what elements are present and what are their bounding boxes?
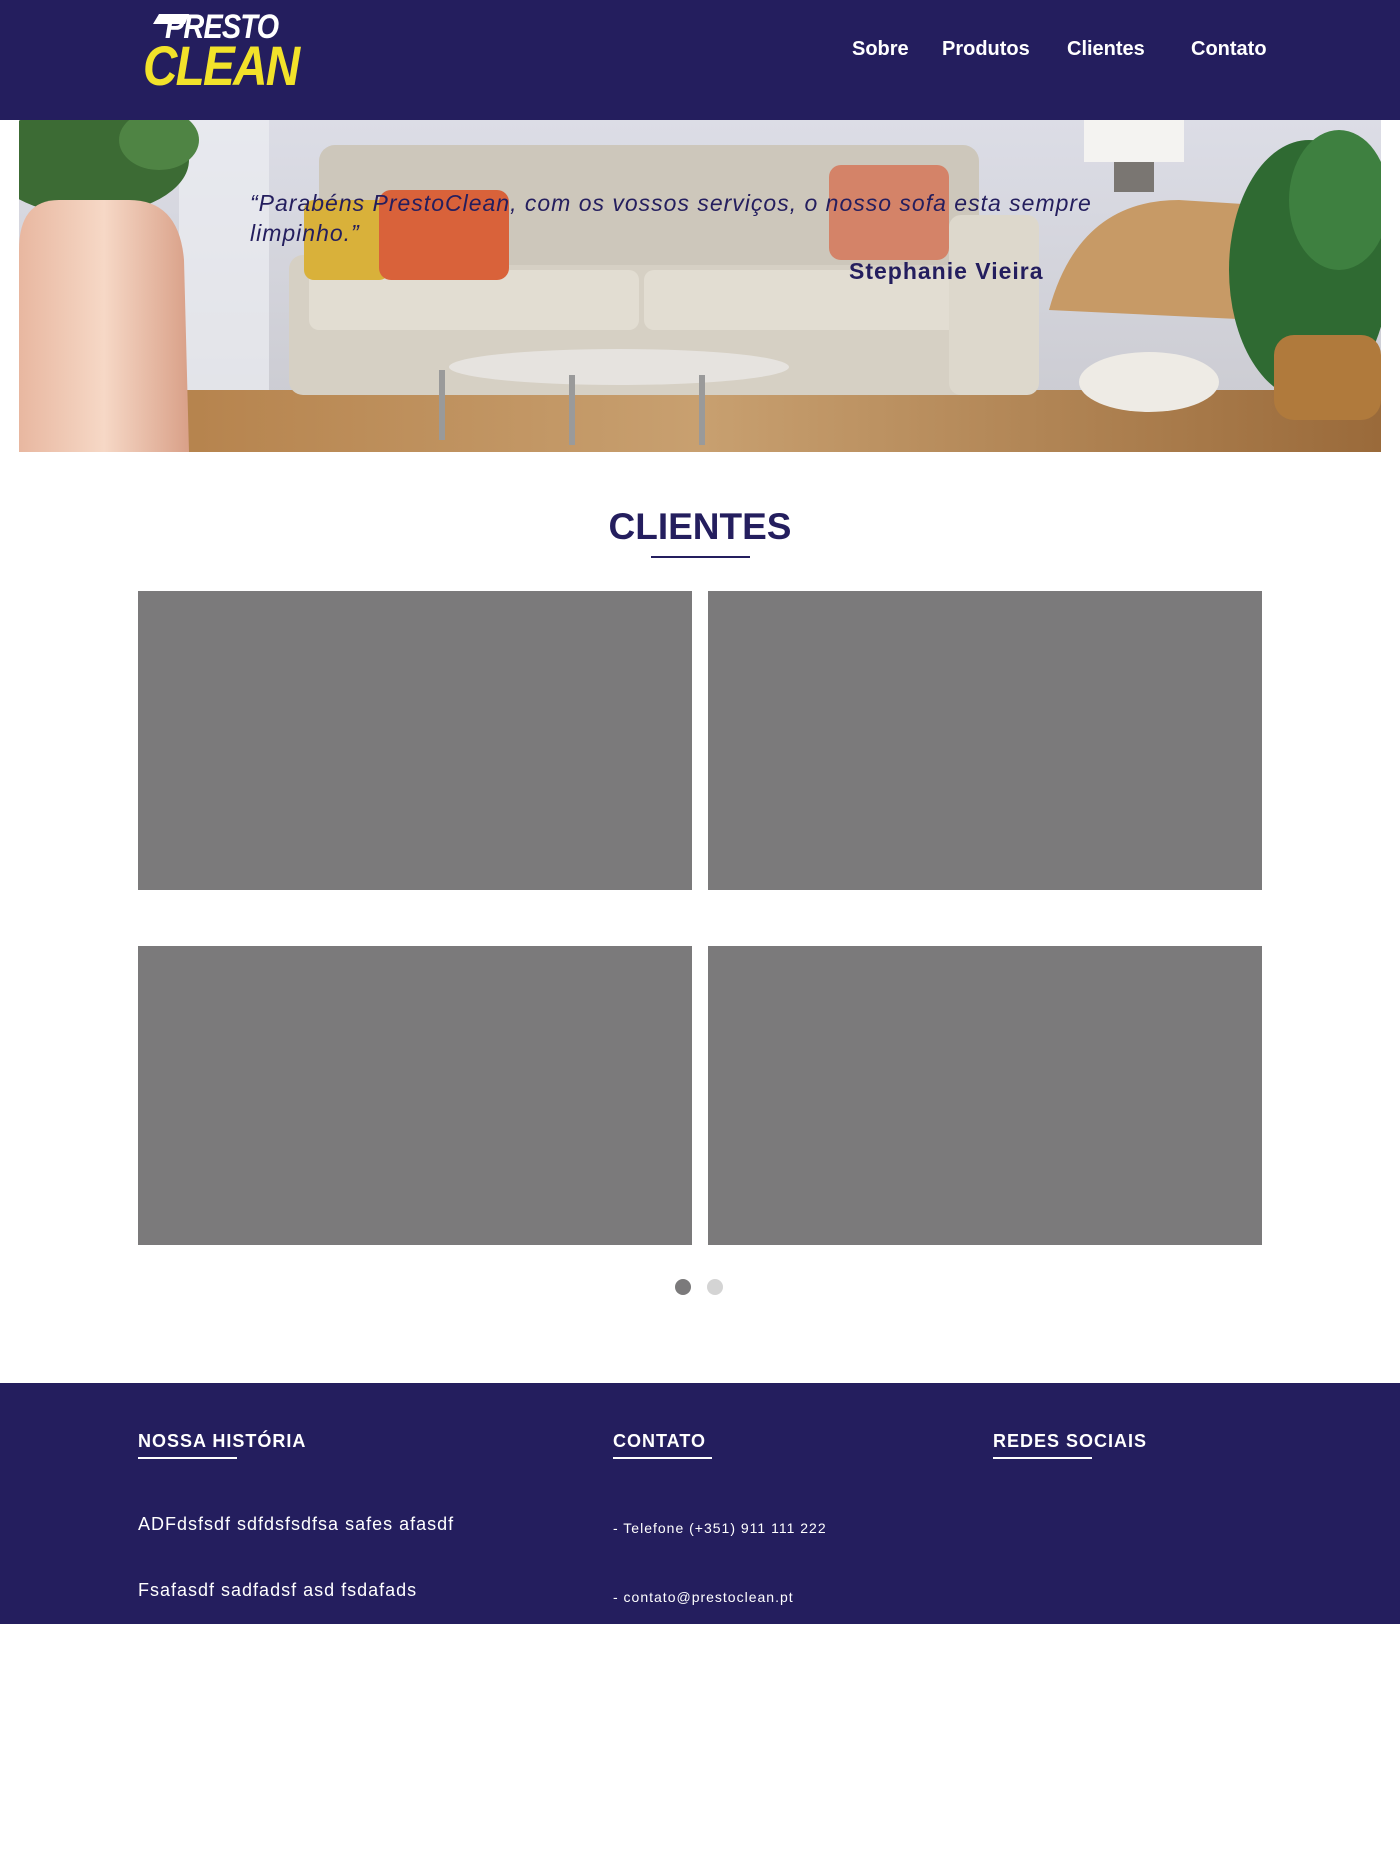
client-card[interactable] xyxy=(708,946,1262,1245)
carousel-dot-active[interactable] xyxy=(675,1279,691,1295)
contact-address-line: - Praceta Diogo de Macedo, 97 xyxy=(613,1658,836,1674)
site-footer: NOSSA HISTÓRIA ADFdsfsdf sdfdsfsdfsa saf… xyxy=(0,1383,1400,1812)
nav-link-produtos[interactable]: Produtos xyxy=(942,38,1030,61)
clientes-section-title: CLIENTES xyxy=(608,506,792,547)
client-card[interactable] xyxy=(708,591,1262,890)
clientes-title-underline xyxy=(651,556,750,558)
nav-link-clientes[interactable]: Clientes xyxy=(1067,38,1145,61)
contact-address-line: Santa Marinha e Sao Pedro da Afurada xyxy=(613,1727,899,1743)
footer-contact-underline xyxy=(613,1457,712,1459)
footer-contact-list: - Telefone (+351) 911 111 222 - contato@… xyxy=(613,1471,898,1862)
history-line: Asdfsdafsd f fggsad d saudada xyxy=(138,1712,420,1732)
contact-address-line: Vila Nova de Gaia - Porto xyxy=(613,1796,797,1812)
nav-link-contato[interactable]: Contato xyxy=(1191,38,1267,61)
client-card[interactable] xyxy=(138,946,692,1245)
carousel-dot[interactable] xyxy=(707,1279,723,1295)
footer-history-underline xyxy=(138,1457,237,1459)
history-line: Fsafasdf sadfadsf asd fsdafads xyxy=(138,1580,418,1600)
nav-link-sobre[interactable]: Sobre xyxy=(852,38,909,61)
client-card[interactable] xyxy=(138,591,692,890)
main-nav: Sobre Produtos Clientes Contato xyxy=(0,38,1400,68)
testimonial-hero: “Parabéns PrestoClean, com os vossos ser… xyxy=(19,120,1381,452)
history-line: ADFdsfsdf sdfdsfsdfsa safes afasdf xyxy=(138,1514,455,1534)
living-room-background-image xyxy=(19,120,1381,452)
contact-email[interactable]: - contato@prestoclean.pt xyxy=(613,1586,898,1609)
site-header: PRESTO CLEAN Sobre Produtos Clientes Con… xyxy=(0,0,1400,120)
footer-social-title: REDES SOCIAIS xyxy=(993,1431,1148,1451)
contact-phone[interactable]: - Telefone (+351) 911 111 222 xyxy=(613,1517,898,1540)
footer-history-text: ADFdsfsdf sdfdsfsdfsa safes afasdf Fsafa… xyxy=(138,1469,454,1777)
history-line: fim-de-semana fim-de-semana xyxy=(138,1646,411,1666)
footer-social-underline xyxy=(993,1457,1092,1459)
footer-contact-title: CONTATO xyxy=(613,1431,706,1451)
testimonial-author: Stephanie Vieira xyxy=(849,258,1044,284)
footer-history-title: NOSSA HISTÓRIA xyxy=(138,1431,307,1451)
testimonial-quote: “Parabéns PrestoClean, com os vossos ser… xyxy=(250,190,1092,246)
